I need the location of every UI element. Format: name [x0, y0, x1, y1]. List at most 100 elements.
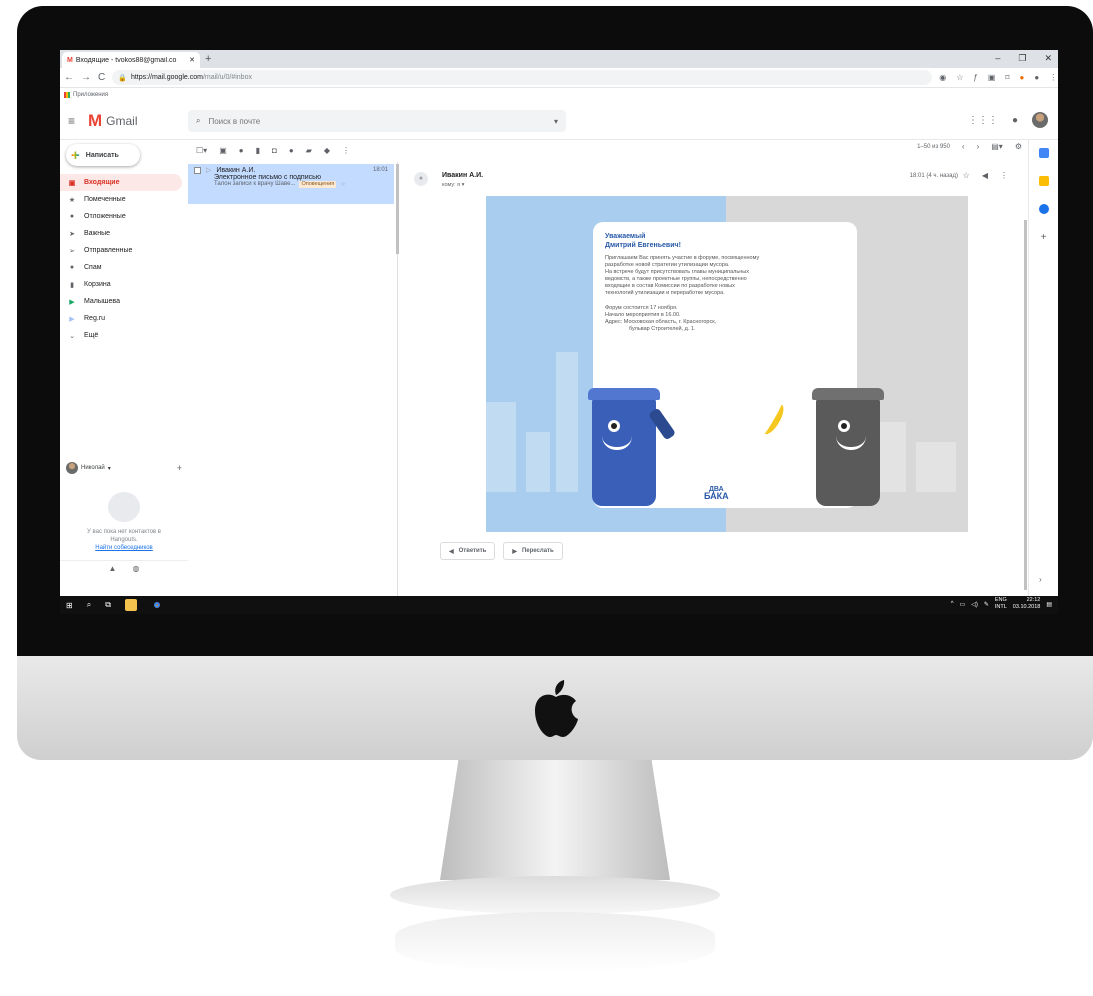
search-icon[interactable]: ⌕	[196, 116, 200, 126]
folder-important[interactable]: ➤ Важные	[60, 225, 182, 242]
bookmark-star-icon[interactable]: ☆	[956, 73, 963, 82]
star-icon[interactable]: ☆	[963, 171, 970, 180]
extensions-area: ◉ ☆ ƒ ▣ ⌑ ● ● ⋮	[939, 73, 1057, 82]
list-item[interactable]: ▷ Ивакин А.И. 18:01 Электронное письмо с…	[188, 164, 394, 204]
hamburger-menu-icon[interactable]: ≡	[68, 114, 75, 128]
message-recipient[interactable]: кому: я ▾	[442, 182, 464, 188]
label-icon: ▶	[69, 298, 75, 306]
clock[interactable]: 22:12 03.10.2018	[1013, 597, 1041, 611]
add-addon-icon[interactable]: +	[1029, 232, 1058, 243]
apps-launcher-icon[interactable]: ⋮⋮⋮	[968, 115, 998, 126]
reload-icon[interactable]: C	[98, 72, 105, 83]
mark-unread-icon[interactable]: ◘	[272, 146, 277, 155]
prev-page-icon[interactable]: ‹	[962, 142, 965, 151]
browser-tab[interactable]: M Входящие - tvokos88@gmail.co ✕	[62, 52, 200, 68]
search-icon[interactable]: ⌕	[87, 600, 91, 610]
hangouts-user[interactable]: Николай ▾ +	[60, 458, 188, 478]
address-bar[interactable]: 🔒 https://mail.google.com/mail/u/0/#inbo…	[112, 70, 933, 85]
folder-snoozed[interactable]: ● Отложенные	[60, 208, 182, 225]
forward-icon[interactable]: →	[81, 72, 91, 83]
profile-icon[interactable]: ●	[1034, 73, 1039, 82]
phone-tab-icon[interactable]: ◍	[132, 564, 139, 573]
network-icon[interactable]: ▭	[960, 601, 966, 608]
chrome-taskbar-icon[interactable]	[150, 599, 163, 611]
notifications-icon[interactable]: ●	[1012, 115, 1018, 126]
lang-line: ENG	[994, 597, 1007, 603]
folder-inbox[interactable]: ▣ Входящие	[60, 174, 182, 191]
report-spam-icon[interactable]: ●	[239, 146, 244, 155]
close-window-icon[interactable]: ✕	[1044, 53, 1052, 64]
row-star-icon[interactable]: ☆	[340, 181, 345, 188]
tasks-icon[interactable]	[1038, 204, 1049, 214]
folder-label: Помеченные	[84, 196, 126, 203]
extension-icon[interactable]: ƒ	[973, 73, 977, 82]
folder-label-malysheva[interactable]: ▶ Малышева	[60, 293, 182, 310]
folder-starred[interactable]: ★ Помеченные	[60, 191, 182, 208]
archive-icon[interactable]: ▣	[219, 146, 227, 155]
select-checkbox-icon[interactable]: ☐▾	[196, 146, 207, 155]
expand-panel-icon[interactable]: ›	[1039, 575, 1042, 584]
folder-spam[interactable]: ● Спам	[60, 259, 182, 276]
file-explorer-icon[interactable]	[124, 599, 137, 611]
more-icon[interactable]: ⋮	[1000, 171, 1008, 180]
eye-icon[interactable]: ◉	[939, 73, 946, 82]
reading-scrollbar[interactable]	[1024, 220, 1027, 590]
tray-arrow-icon[interactable]: ^	[951, 601, 954, 607]
folder-more[interactable]: ⌄ Ещё	[60, 327, 182, 344]
new-tab-button[interactable]: +	[205, 53, 211, 65]
calendar-icon[interactable]	[1038, 148, 1049, 158]
tab-close-icon[interactable]: ✕	[189, 56, 195, 64]
maximize-icon[interactable]: ❐	[1018, 53, 1026, 64]
list-scrollbar[interactable]	[396, 164, 399, 254]
language-indicator[interactable]: ENG INTL	[995, 597, 1007, 611]
volume-icon[interactable]: ◁)	[971, 601, 978, 608]
folder-trash[interactable]: ▮ Корзина	[60, 276, 182, 293]
text-line: Форум состоится 17 ноября.	[605, 305, 678, 311]
extension-icon[interactable]: ●	[1020, 73, 1025, 82]
delete-icon[interactable]: ▮	[256, 146, 260, 155]
row-checkbox[interactable]	[194, 166, 201, 174]
snooze-icon[interactable]: ●	[289, 146, 294, 155]
notifications-icon[interactable]: ▤	[1046, 601, 1052, 608]
folder-label: Корзина	[84, 281, 111, 288]
bin-lid	[588, 388, 660, 400]
folder-label-regru[interactable]: ▶ Reg.ru	[60, 310, 182, 327]
minimize-icon[interactable]: –	[995, 53, 1000, 64]
bookmark-apps[interactable]: Приложения	[73, 92, 108, 98]
reply-button[interactable]: ◀ Ответить	[440, 542, 496, 560]
lock-icon: 🔒	[118, 74, 127, 82]
greeting-name: Дмитрий Евгеньевич!	[605, 242, 681, 249]
bin-smile	[836, 436, 866, 450]
split-pane-icon[interactable]: ▤▾	[991, 142, 1003, 151]
gmail-logo[interactable]: M Gmail	[88, 111, 138, 131]
folder-label: Ещё	[84, 332, 99, 339]
message-list: ▷ Ивакин А.И. 18:01 Электронное письмо с…	[188, 162, 399, 596]
reply-icon[interactable]: ◀	[982, 171, 988, 180]
contacts-tab-icon[interactable]: ▲	[109, 564, 117, 573]
logo-line: БАКА	[704, 491, 729, 501]
window-controls: – ❐ ✕	[995, 53, 1052, 64]
labels-icon[interactable]: ◆	[324, 146, 330, 155]
back-icon[interactable]: ←	[64, 72, 74, 83]
forward-button[interactable]: ▶ Переслать	[503, 542, 563, 560]
move-to-icon[interactable]: ▰	[306, 146, 312, 155]
compose-button[interactable]: + Написать	[66, 144, 140, 166]
keep-icon[interactable]	[1038, 176, 1049, 186]
folder-sent[interactable]: ➢ Отправленные	[60, 242, 182, 259]
settings-gear-icon[interactable]: ⚙	[1015, 142, 1022, 151]
search-input[interactable]	[208, 116, 546, 126]
pen-icon[interactable]: ✎	[984, 601, 989, 608]
task-view-icon[interactable]: ⧉	[105, 600, 111, 610]
find-contacts-link[interactable]: Найти собеседников	[60, 544, 188, 552]
extension-icon[interactable]: ▣	[988, 73, 996, 82]
next-page-icon[interactable]: ›	[977, 142, 980, 151]
add-contact-icon[interactable]: +	[177, 463, 182, 473]
chrome-menu-icon[interactable]: ⋮	[1049, 73, 1057, 82]
search-options-icon[interactable]: ▾	[554, 117, 558, 126]
more-icon[interactable]: ⋮	[342, 146, 350, 155]
windows-start-icon[interactable]: ⊞	[66, 601, 73, 610]
folder-label: Важные	[84, 230, 111, 237]
important-marker-icon[interactable]: ▷	[206, 166, 211, 174]
extension-icon[interactable]: ⌑	[1005, 73, 1009, 82]
account-avatar[interactable]	[1032, 112, 1048, 128]
